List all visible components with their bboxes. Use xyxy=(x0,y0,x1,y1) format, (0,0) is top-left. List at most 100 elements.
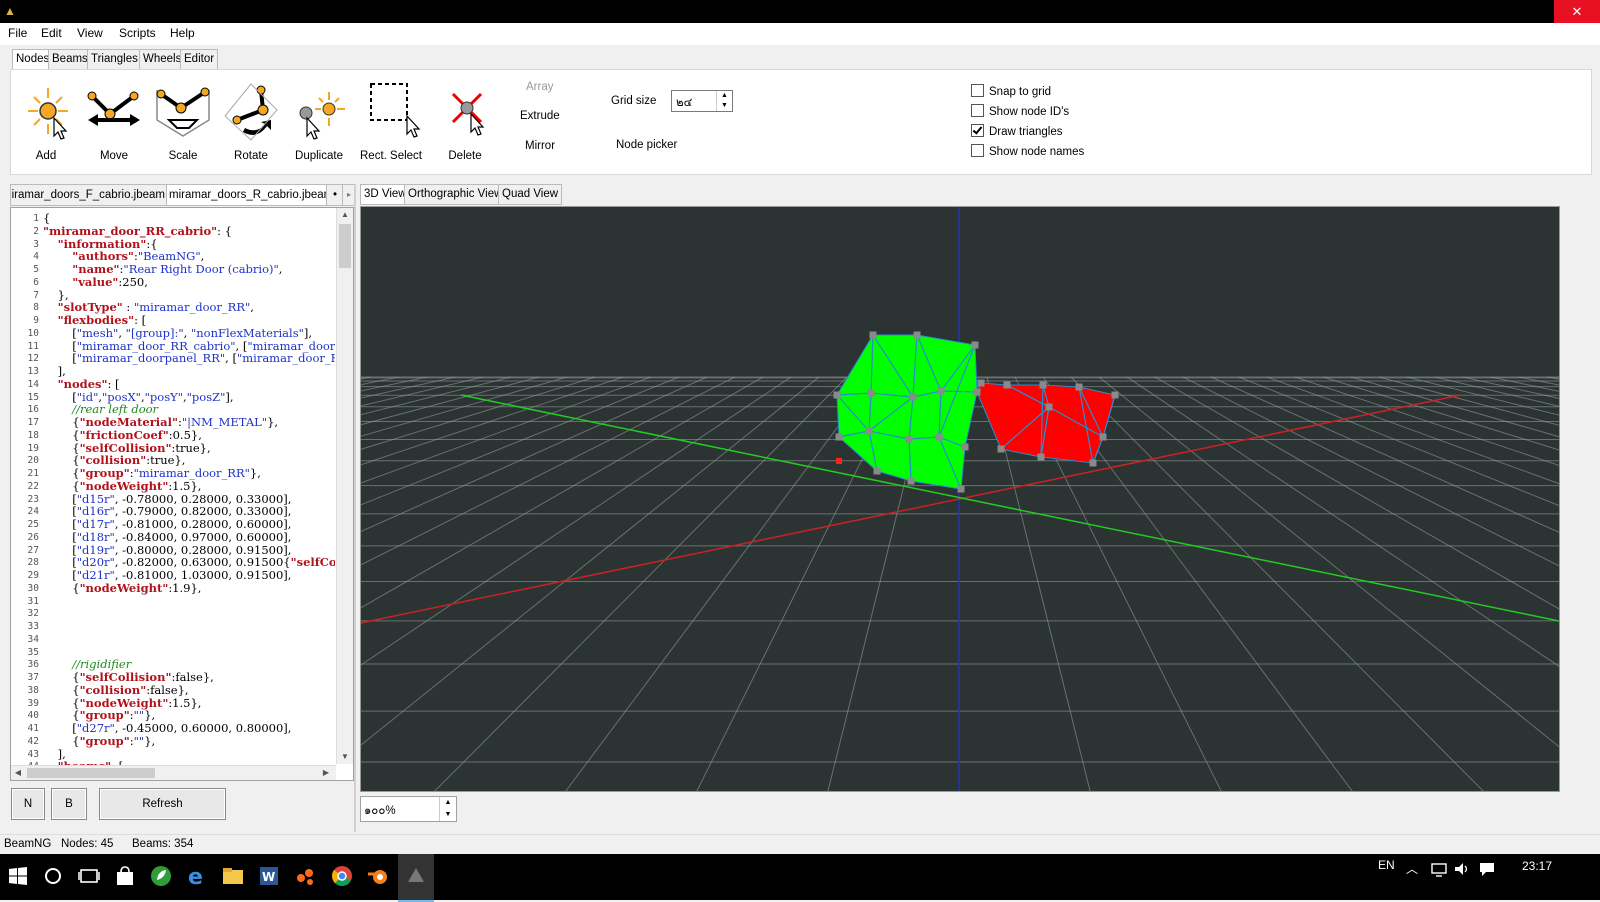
tab-orthographic-view[interactable]: Orthographic View xyxy=(404,184,507,205)
store-icon[interactable] xyxy=(113,864,137,888)
orange-app-icon[interactable] xyxy=(293,864,317,888)
code-text-area[interactable]: {"miramar_door_RR_cabrio": { "informatio… xyxy=(43,208,335,767)
tab-editor[interactable]: Editor xyxy=(180,49,219,69)
front-door-panel xyxy=(836,334,978,490)
line-number: 27 xyxy=(27,544,39,556)
tab-triangles[interactable]: Triangles xyxy=(87,49,142,69)
menu-edit[interactable]: Edit xyxy=(41,26,62,40)
taskbar: e W EN ︿ 23:17 xyxy=(0,854,1600,902)
line-number: 29 xyxy=(27,570,39,581)
draw-triangles-box[interactable] xyxy=(971,124,984,137)
blender-icon[interactable] xyxy=(366,864,390,888)
menu-scripts[interactable]: Scripts xyxy=(119,26,156,40)
array-button[interactable]: Array xyxy=(526,81,553,93)
rect-select-tool-button[interactable]: Rect. Select xyxy=(358,80,424,168)
tab-wheels[interactable]: Wheels xyxy=(139,49,186,69)
task-view-icon[interactable] xyxy=(77,864,101,888)
chrome-icon[interactable] xyxy=(330,864,354,888)
vertical-scroll-thumb[interactable] xyxy=(339,224,351,268)
chevron-up-icon[interactable]: ︿ xyxy=(1406,860,1418,877)
node-point xyxy=(1111,391,1119,399)
scroll-left-icon[interactable]: ◀ xyxy=(11,766,25,780)
duplicate-tool-button[interactable]: Duplicate xyxy=(286,80,352,168)
zoom-stepper[interactable]: ▲ ▼ xyxy=(439,797,456,821)
add-tool-button[interactable]: Add xyxy=(13,80,79,168)
scale-tool-button[interactable]: Scale xyxy=(150,80,216,168)
node-point xyxy=(873,467,881,475)
panel-splitter[interactable] xyxy=(354,184,356,832)
line-number: 26 xyxy=(27,531,39,543)
extrude-button[interactable]: Extrude xyxy=(520,110,560,122)
file-tab-doors-r[interactable]: miramar_doors_R_cabrio.jbeam xyxy=(166,184,328,206)
move-icon xyxy=(87,91,140,126)
file-explorer-icon[interactable] xyxy=(221,864,245,888)
line-number: 11 xyxy=(27,340,39,352)
line-number: 15 xyxy=(27,391,39,403)
move-tool-button[interactable]: Move xyxy=(81,80,147,168)
tab-beams[interactable]: Beams xyxy=(48,49,92,69)
show-node-ids-box[interactable] xyxy=(971,104,984,117)
n-button[interactable]: N xyxy=(11,788,45,820)
line-number: 6 xyxy=(33,276,39,288)
rotate-tool-button[interactable]: Rotate xyxy=(218,80,284,168)
node-point xyxy=(1075,383,1083,391)
line-number: 24 xyxy=(27,506,39,518)
vertical-scrollbar[interactable]: ▲ ▼ xyxy=(336,208,353,764)
show-node-ids-checkbox[interactable]: Show node ID's xyxy=(971,104,1069,118)
active-app-taskbar-item[interactable] xyxy=(398,854,434,902)
line-number: 19 xyxy=(27,442,39,454)
svg-text:W: W xyxy=(262,870,275,884)
leaf-app-icon[interactable] xyxy=(149,864,173,888)
snap-to-grid-checkbox[interactable]: Snap to grid xyxy=(971,84,1051,98)
node-picker-button[interactable]: Node picker xyxy=(616,139,677,151)
b-button[interactable]: B xyxy=(51,788,87,820)
line-number-gutter: 1 2 3 4 5 6 7 8 9 10 11 12 13 14 15 16 17 18 19 20 21 22 23 24 2… xyxy=(11,208,39,772)
notification-icon[interactable] xyxy=(1478,860,1496,878)
scroll-right-icon[interactable]: ▶ xyxy=(319,766,333,780)
menu-help[interactable]: Help xyxy=(170,26,195,40)
show-node-names-checkbox[interactable]: Show node names xyxy=(971,144,1084,158)
close-button[interactable]: ✕ xyxy=(1554,0,1600,23)
line-number: 12 xyxy=(27,353,39,365)
scroll-down-icon[interactable]: ▼ xyxy=(337,750,353,764)
node-point xyxy=(961,443,969,451)
network-icon[interactable] xyxy=(1430,860,1448,878)
node-point xyxy=(835,433,843,441)
tab-quad-view[interactable]: Quad View xyxy=(498,184,563,205)
3d-viewport[interactable] xyxy=(360,206,1560,792)
menu-file[interactable]: File xyxy=(8,26,27,40)
grid-size-stepper[interactable]: ▲ ▼ xyxy=(716,91,732,111)
delete-tool-button[interactable]: Delete xyxy=(432,80,498,168)
menu-bar: File Edit View Scripts Help xyxy=(0,23,1600,45)
volume-icon[interactable] xyxy=(1453,860,1471,878)
line-number: 36 xyxy=(27,659,39,671)
file-tab-doors-f[interactable]: miramar_doors_F_cabrio.jbeam xyxy=(10,184,168,206)
code-editor[interactable]: 1 2 3 4 5 6 7 8 9 10 11 12 13 14 15 16 17 18 19 20 21 22 23 24 2… xyxy=(10,207,354,781)
word-icon[interactable]: W xyxy=(257,864,281,888)
line-number: 8 xyxy=(33,302,39,314)
line-number: 34 xyxy=(27,633,39,645)
line-number: 20 xyxy=(27,455,39,467)
snap-to-grid-box[interactable] xyxy=(971,84,984,97)
zoom-spinbox[interactable]: ๑๐๐% ▲ ▼ xyxy=(360,796,457,822)
3d-scene[interactable] xyxy=(361,207,1559,791)
horizontal-scrollbar[interactable]: ◀ ▶ xyxy=(11,765,336,780)
maximize-button[interactable] xyxy=(1476,0,1522,23)
node-point xyxy=(935,433,943,441)
refresh-button[interactable]: Refresh xyxy=(99,788,226,820)
mirror-button[interactable]: Mirror xyxy=(525,140,555,152)
edge-browser-icon[interactable]: e xyxy=(185,864,209,888)
show-node-names-box[interactable] xyxy=(971,144,984,157)
node-point xyxy=(1039,381,1047,389)
node-point xyxy=(869,331,877,339)
scroll-up-icon[interactable]: ▲ xyxy=(337,208,353,222)
taskbar-clock[interactable]: 23:17 xyxy=(1522,859,1552,873)
menu-view[interactable]: View xyxy=(77,26,103,40)
horizontal-scroll-thumb[interactable] xyxy=(27,768,155,778)
windows-start-icon[interactable] xyxy=(6,864,30,888)
draw-triangles-checkbox[interactable]: Draw triangles xyxy=(971,124,1063,138)
minimize-button[interactable] xyxy=(1430,0,1476,23)
grid-size-spinbox[interactable]: ๒๔ ▲ ▼ xyxy=(671,90,733,112)
language-indicator[interactable]: EN xyxy=(1378,858,1395,872)
search-icon[interactable] xyxy=(41,864,65,888)
